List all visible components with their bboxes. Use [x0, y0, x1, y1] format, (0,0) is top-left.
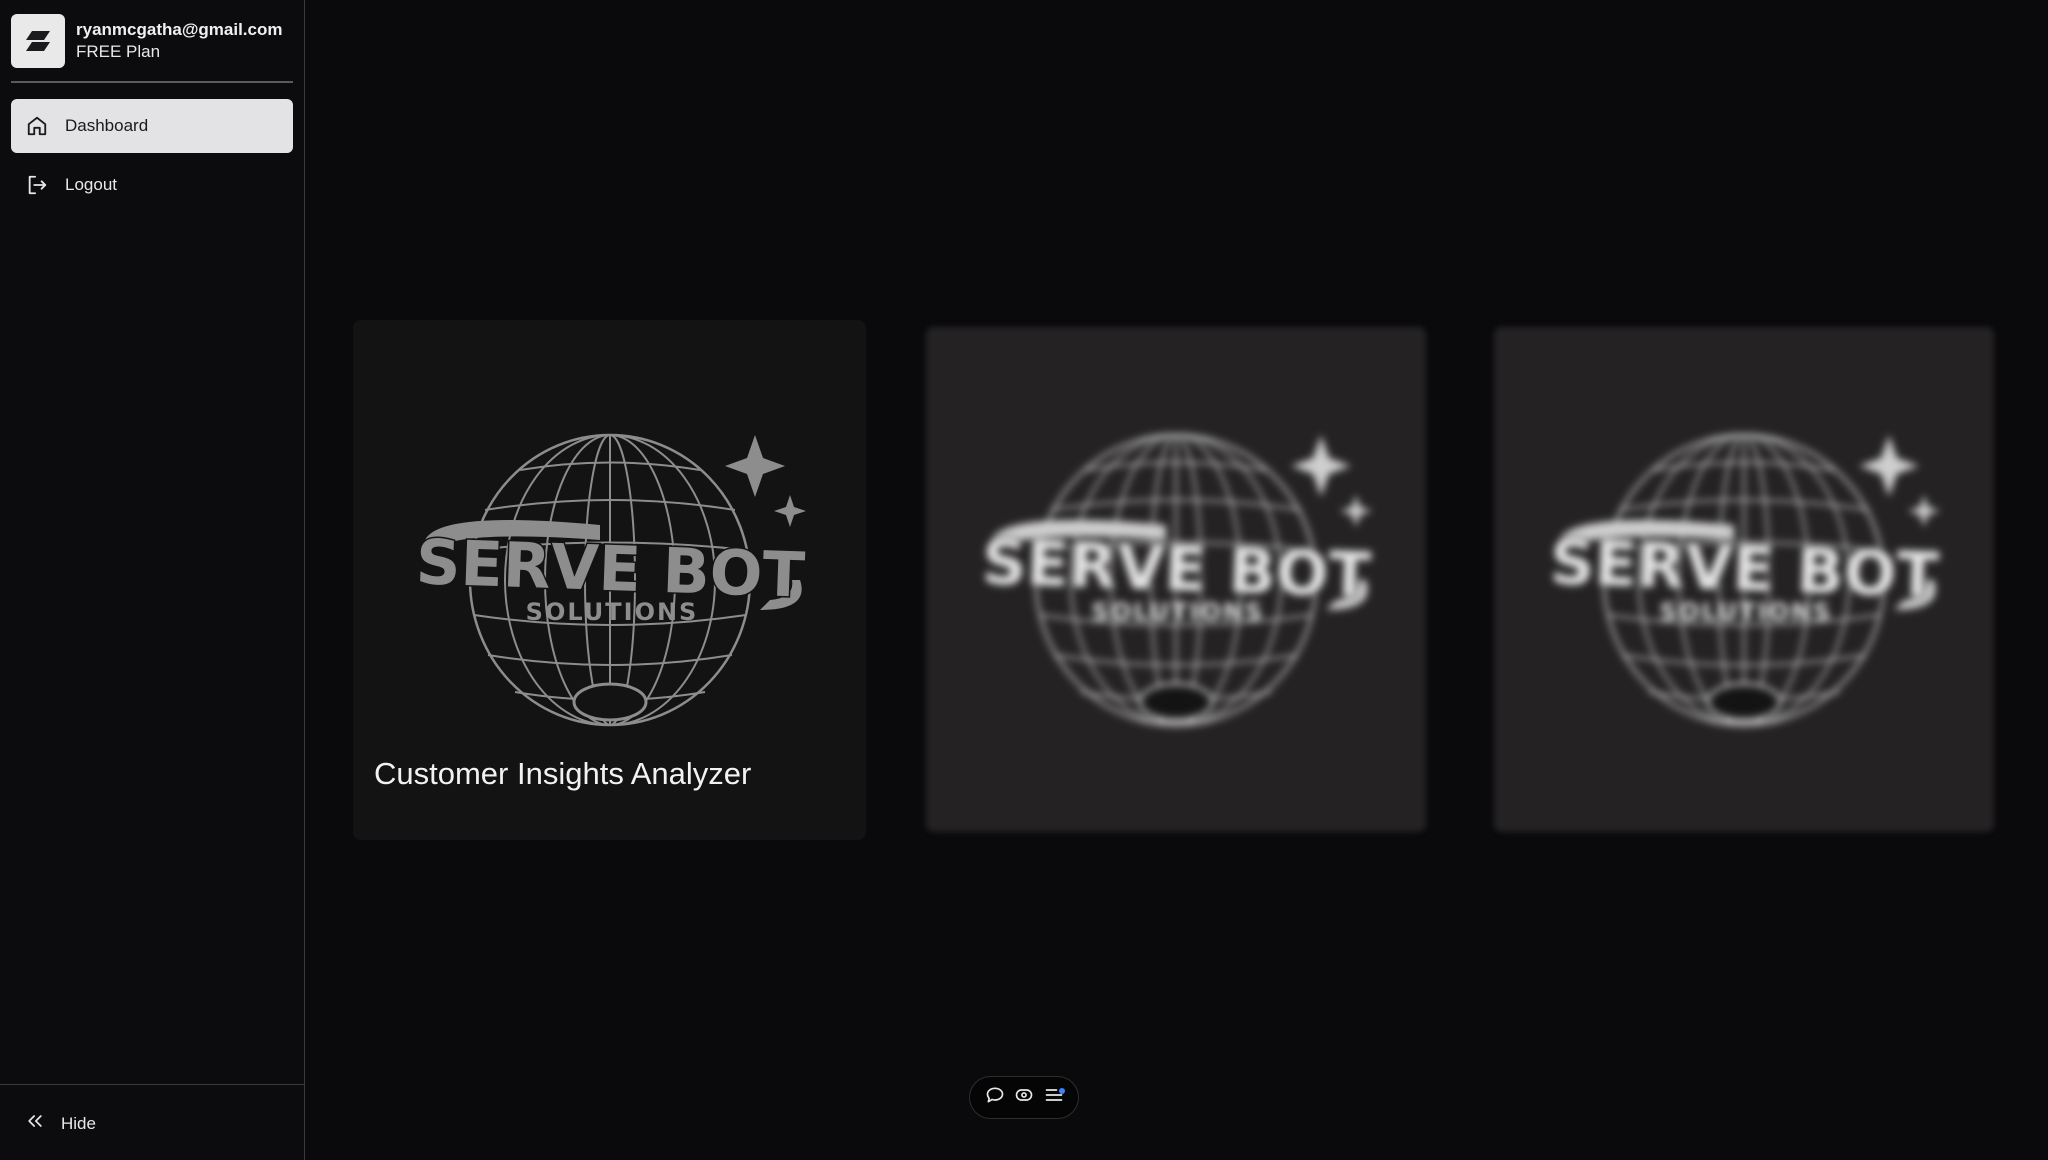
hide-sidebar-button[interactable]: Hide [25, 1111, 96, 1136]
sidebar-footer: Hide [0, 1084, 305, 1160]
brand-logo-icon [11, 14, 65, 68]
project-card-locked: SERVE BOT SOLUTIONS [926, 327, 1426, 832]
account-plan: FREE Plan [76, 42, 161, 61]
svg-text:SOLUTIONS: SOLUTIONS [525, 598, 698, 626]
sidebar-item-dashboard[interactable]: Dashboard [11, 99, 293, 153]
chat-button[interactable] [982, 1085, 1008, 1111]
chat-bubble-icon [985, 1085, 1005, 1110]
svg-text:SOLUTIONS: SOLUTIONS [1660, 598, 1833, 626]
serve-bot-logo-image: SERVE BOT SOLUTIONS [400, 430, 820, 730]
sidebar-item-label: Dashboard [65, 116, 149, 135]
sidebar: ryanmcgatha@gmail.com FREE Plan Dashboar… [0, 0, 305, 1160]
sidebar-item-label: Logout [65, 175, 117, 194]
svg-text:SOLUTIONS: SOLUTIONS [1092, 598, 1265, 626]
eye-toggle-icon [1014, 1085, 1034, 1110]
floating-toolbar [969, 1076, 1079, 1119]
hide-label: Hide [61, 1113, 96, 1133]
visibility-toggle-button[interactable] [1011, 1085, 1037, 1111]
home-icon [25, 114, 49, 138]
sidebar-item-logout[interactable]: Logout [11, 158, 293, 212]
menu-button[interactable] [1041, 1085, 1067, 1111]
serve-bot-logo-image: SERVE BOT SOLUTIONS [1534, 430, 1954, 730]
logout-icon [25, 173, 49, 197]
card-title: Customer Insights Analyzer [374, 756, 752, 791]
project-card[interactable]: SERVE BOT SOLUTIONS Customer Insights An… [353, 320, 866, 840]
account-email: ryanmcgatha@gmail.com [76, 20, 283, 39]
sidebar-divider [11, 81, 293, 83]
account-header[interactable]: ryanmcgatha@gmail.com FREE Plan [11, 11, 293, 71]
serve-bot-logo-image: SERVE BOT SOLUTIONS [966, 430, 1386, 730]
chevrons-left-icon [25, 1111, 45, 1136]
notification-dot [1058, 1087, 1065, 1094]
project-card-locked: SERVE BOT SOLUTIONS [1494, 327, 1994, 832]
